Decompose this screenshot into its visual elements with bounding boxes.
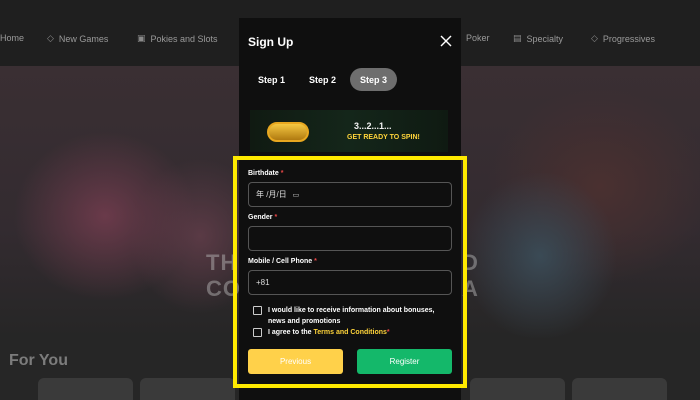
terms-checkbox[interactable] — [253, 328, 262, 337]
birthdate-field[interactable]: 年 /月/日 ▭ — [248, 182, 452, 207]
nav-item-new-games[interactable]: ◇ New Games — [47, 33, 108, 44]
terms-text: I agree to the Terms and Conditions* — [268, 329, 390, 336]
nav-item-label: Pokies and Slots — [150, 33, 218, 44]
terms-link[interactable]: Terms and Conditions — [314, 329, 387, 336]
phone-field[interactable]: +81 — [248, 270, 452, 295]
game-thumbnail[interactable] — [572, 378, 667, 400]
banner-tagline: GET READY TO SPIN! — [347, 134, 420, 141]
promo-banner: 3...2...1... GET READY TO SPIN! — [250, 110, 448, 152]
close-icon[interactable] — [438, 33, 454, 49]
diamond-icon: ◇ — [591, 33, 598, 43]
section-title: For You — [9, 352, 68, 369]
optin-text: I would like to receive information abou… — [268, 307, 435, 325]
slot-icon: ▣ — [137, 33, 146, 43]
nav-item-progressives[interactable]: ◇ Progressives — [591, 33, 655, 44]
nav-item-label: New Games — [58, 33, 109, 44]
nav-item-label: Poker — [466, 33, 490, 43]
phone-label: Mobile / Cell Phone * — [248, 258, 317, 265]
diamond-icon: ◇ — [47, 33, 54, 43]
nav-item-label: Specialty — [526, 33, 564, 44]
game-thumbnail[interactable] — [470, 378, 565, 400]
birthdate-value: 年 /月/日 — [256, 190, 287, 199]
gender-select[interactable] — [248, 226, 452, 251]
terms-row: I agree to the Terms and Conditions* — [253, 327, 390, 338]
step-tabs: Step 1 Step 2 Step 3 — [248, 68, 398, 91]
calendar-icon[interactable]: ▭ — [293, 191, 300, 199]
modal-title: Sign Up — [248, 35, 294, 49]
phone-value: +81 — [256, 278, 270, 287]
tab-step-3[interactable]: Step 3 — [350, 68, 398, 91]
register-button[interactable]: Register — [357, 349, 452, 374]
game-thumbnail[interactable] — [140, 378, 235, 400]
birthdate-label: Birthdate * — [248, 170, 284, 177]
optin-row: I would like to receive information abou… — [253, 305, 453, 327]
banner-countdown: 3...2...1... — [354, 121, 392, 131]
tab-step-1[interactable]: Step 1 — [248, 68, 295, 91]
nav-item-home[interactable]: Home — [0, 33, 24, 43]
gift-icon: ▤ — [513, 33, 522, 43]
nav-item-pokies-and-slots[interactable]: ▣ Pokies and Slots — [137, 33, 218, 44]
nav-item-label: Progressives — [602, 33, 655, 44]
nav-item-poker[interactable]: Poker — [466, 33, 490, 43]
game-thumbnail[interactable] — [38, 378, 133, 400]
optin-checkbox[interactable] — [253, 306, 262, 315]
nav-item-specialty[interactable]: ▤ Specialty — [513, 33, 563, 44]
previous-button[interactable]: Previous — [248, 349, 343, 374]
nav-item-label: Home — [0, 33, 25, 43]
slot-reel-icon — [267, 122, 309, 142]
tab-step-2[interactable]: Step 2 — [299, 68, 346, 91]
gender-label: Gender * — [248, 214, 278, 221]
